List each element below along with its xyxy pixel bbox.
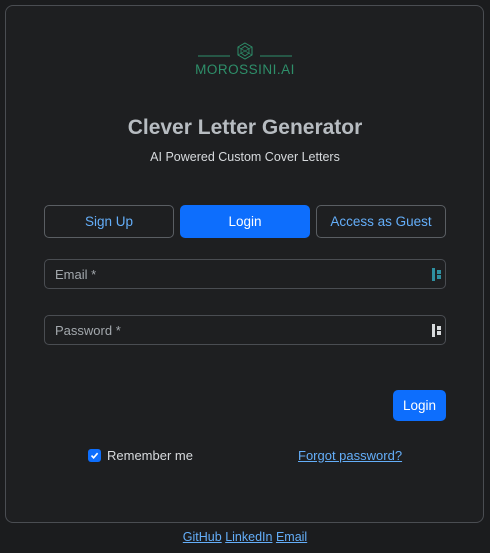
brand-logo: MOROSSINI.AI bbox=[190, 40, 300, 82]
geometric-globe-icon bbox=[198, 42, 292, 60]
password-manager-icon[interactable] bbox=[432, 268, 442, 281]
remember-me[interactable]: Remember me bbox=[88, 448, 193, 463]
checkmark-icon bbox=[90, 452, 99, 459]
remember-checkbox[interactable] bbox=[88, 449, 101, 462]
linkedin-link[interactable]: LinkedIn bbox=[225, 530, 272, 544]
email-placeholder: Email * bbox=[55, 266, 97, 282]
login-submit-button[interactable]: Login bbox=[393, 390, 446, 421]
page-subtitle: AI Powered Custom Cover Letters bbox=[150, 150, 340, 164]
remember-label: Remember me bbox=[107, 448, 193, 463]
email-field[interactable]: Email * bbox=[44, 259, 446, 289]
page-title: Clever Letter Generator bbox=[127, 116, 363, 139]
github-link[interactable]: GitHub bbox=[183, 530, 222, 544]
signup-tab-button[interactable]: Sign Up bbox=[44, 205, 174, 238]
login-tab-button[interactable]: Login bbox=[180, 205, 310, 238]
email-link[interactable]: Email bbox=[276, 530, 307, 544]
password-placeholder: Password * bbox=[55, 322, 121, 338]
footer-links: GitHub LinkedIn Email bbox=[0, 530, 490, 544]
password-manager-icon[interactable] bbox=[432, 324, 442, 337]
forgot-password-link[interactable]: Forgot password? bbox=[298, 448, 402, 463]
logo-text: MOROSSINI.AI bbox=[195, 62, 295, 77]
password-field[interactable]: Password * bbox=[44, 315, 446, 345]
guest-access-button[interactable]: Access as Guest bbox=[316, 205, 446, 238]
